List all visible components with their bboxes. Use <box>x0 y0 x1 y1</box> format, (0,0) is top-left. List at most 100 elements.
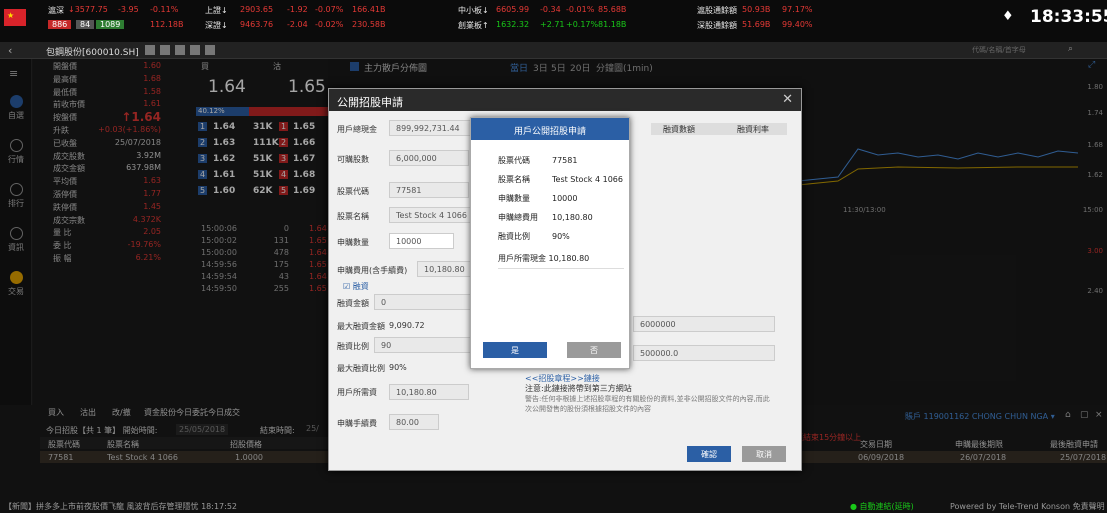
confirm-row-value: 77581 <box>552 156 578 165</box>
fin-rate-value: 500000.0 <box>633 345 775 361</box>
fee-label: 申購費用(含手續費) <box>337 266 408 275</box>
finamt-label: 融資金額 <box>337 299 369 308</box>
ticker-sh-chg: -1.92 <box>287 5 308 14</box>
toolbar-icon-3[interactable] <box>175 45 185 55</box>
code-label: 股票代碼 <box>337 187 369 196</box>
ticker-sme-value: 6605.99 <box>496 5 530 14</box>
ticker-up-count: 886 <box>48 20 72 29</box>
confirm-row: 融資比例 90% <box>498 231 570 242</box>
code-field: 77581 <box>389 182 469 198</box>
ticker-sz-pct: -0.11% <box>150 5 179 14</box>
confirm-row-value: 10,180.80 <box>552 213 593 222</box>
confirm-row: 股票名稱 Test Stock 4 1066 <box>498 174 623 185</box>
financing-label: 融資 <box>352 282 369 291</box>
name-label: 股票名稱 <box>337 212 369 221</box>
hk-sz-balance-value: 51.69B <box>742 20 771 29</box>
stock-search-input[interactable]: 代碼/名稱/首字母 <box>968 44 1063 56</box>
ticker-sz-value: ↓3577.75 <box>68 5 108 14</box>
col-fin-rate: 融資利率 <box>737 125 769 134</box>
ticker-sz-chg: -3.95 <box>118 5 139 14</box>
stock-header-bar: ‹ 包鋼股份[600010.SH] 代碼/名稱/首字母 ⌕ <box>0 42 1107 59</box>
connection-status: ● 自動連結(延時) <box>850 502 914 511</box>
hk-sh-balance-label: 滬股通餘額 <box>697 6 737 15</box>
need-field: 10,180.80 <box>389 384 469 400</box>
financing-checkbox[interactable]: ☑ 融資 <box>343 281 369 292</box>
ticker-szc-value: 9463.76 <box>240 20 274 29</box>
close-icon[interactable]: ✕ <box>782 92 793 107</box>
clock: 18:33:55 <box>1030 7 1107 27</box>
ticker-gem-chg: +2.71 <box>540 20 565 29</box>
powered-by: Powered by Tele-Trend Konson 免責聲明 <box>950 502 1105 511</box>
handfee-label: 申購手續費 <box>337 419 377 428</box>
confirm-row-value: Test Stock 4 1066 <box>552 175 623 184</box>
cash-label: 用戶總現金 <box>337 125 377 134</box>
handfee-field: 80.00 <box>389 414 439 430</box>
fin-amount-value: 6000000 <box>633 316 775 332</box>
ratio-label: 融資比例 <box>337 342 369 351</box>
ticker-szc-name: 深證↓ <box>205 21 228 30</box>
confirm-row-label: 融資比例 <box>498 232 530 241</box>
maxratio-label: 最大融資比例 <box>337 364 385 373</box>
maxratio-value: 90% <box>389 363 407 372</box>
ticker-sh-name: 上證↓ <box>205 6 228 15</box>
ticker-gem-value: 1632.32 <box>496 20 530 29</box>
ticker-sme-pct: -0.01% <box>566 5 595 14</box>
toolbar-icon-5[interactable] <box>205 45 215 55</box>
ok-button[interactable]: 確認 <box>687 446 731 462</box>
market-ticker-bar: ★ 滬深 ↓3577.75 -3.95 -0.11% 886 84 1089 1… <box>0 0 1107 42</box>
finamt-field[interactable]: 0 <box>374 294 474 310</box>
qty-field[interactable]: 10000 <box>389 233 454 249</box>
toolbar-icon-2[interactable] <box>160 45 170 55</box>
ticker-sme-name: 中小板↓ <box>458 6 489 15</box>
confirm-row-value: 90% <box>552 232 570 241</box>
ticker-szc-chg: -2.04 <box>287 20 308 29</box>
shares-label: 可購股數 <box>337 155 369 164</box>
divider <box>498 268 624 269</box>
ticker-gem-name: 創業板↑ <box>458 21 489 30</box>
ticker-szc-pct: -0.02% <box>315 20 344 29</box>
confirm-row-label: 股票名稱 <box>498 175 530 184</box>
confirm-need-label: 用戶所需現金 <box>498 254 546 263</box>
financing-table-header: 融資數額 融資利率 <box>651 123 787 135</box>
no-button[interactable]: 否 <box>567 342 621 358</box>
qty-label: 申購數量 <box>337 238 369 247</box>
notification-bell-icon[interactable]: ♦ <box>1002 9 1014 24</box>
confirm-row: 申購數量 10000 <box>498 193 577 204</box>
col-fin-amount: 融資數額 <box>663 125 695 134</box>
shares-field: 6,000,000 <box>389 150 469 166</box>
dialog-title: 公開招股申請 <box>329 89 801 111</box>
fee-field: 10,180.80 <box>417 261 472 277</box>
cancel-button[interactable]: 取消 <box>742 446 786 462</box>
hk-sh-balance-value: 50.93B <box>742 5 771 14</box>
ticker-szc-amount: 230.58B <box>352 20 386 29</box>
maxfin-label: 最大融資金額 <box>337 322 385 331</box>
ticker-flat-count: 84 <box>76 20 95 29</box>
ticker-sme-chg: -0.34 <box>540 5 561 14</box>
status-bar: 【新聞】拼多多上市前夜股價飞龍 風波背后存管理隱忧 18:17:52 ● 自動連… <box>0 499 1107 513</box>
confirm-title: 用戶公開招股申請 <box>471 118 629 140</box>
hk-sz-balance-pct: 99.40% <box>782 20 813 29</box>
ratio-field[interactable]: 90 <box>374 337 474 353</box>
confirm-row-label: 股票代碼 <box>498 156 530 165</box>
search-icon[interactable]: ⌕ <box>1068 44 1073 54</box>
ticker-sme-amount: 85.68B <box>598 5 627 14</box>
notice-title: 注意:此鏈接將帶到第三方網站 <box>525 384 632 393</box>
news-ticker[interactable]: 【新聞】拼多多上市前夜股價飞龍 風波背后存管理隱忧 18:17:52 <box>4 501 237 512</box>
confirm-need-value: 10,180.80 <box>548 254 590 263</box>
notice-text: 警告:任何非根據上述招股章程的有關股份的資料,並非公開招股文件的內容,而此次公開… <box>525 395 770 413</box>
ticker-gem-amount: 81.18B <box>598 20 627 29</box>
ticker-sh-value: 2903.65 <box>240 5 274 14</box>
name-field: Test Stock 4 1066 <box>389 207 474 223</box>
yes-button[interactable]: 是 <box>483 342 547 358</box>
toolbar-icon-4[interactable] <box>190 45 200 55</box>
confirm-need-row: 用戶所需現金 10,180.80 <box>498 253 589 264</box>
confirm-dialog: 用戶公開招股申請 股票代碼 77581 股票名稱 Test Stock 4 1066 申… <box>470 117 630 369</box>
confirm-row-value: 10000 <box>552 194 578 203</box>
confirm-row-label: 申購數量 <box>498 194 530 203</box>
ticker-gem-pct: +0.17% <box>566 20 599 29</box>
hk-sh-balance-pct: 97.17% <box>782 5 813 14</box>
confirm-row: 股票代碼 77581 <box>498 155 577 166</box>
toolbar-icon-1[interactable] <box>145 45 155 55</box>
back-arrow-icon[interactable]: ‹ <box>8 44 12 57</box>
stock-title: 包鋼股份[600010.SH] <box>46 48 139 58</box>
